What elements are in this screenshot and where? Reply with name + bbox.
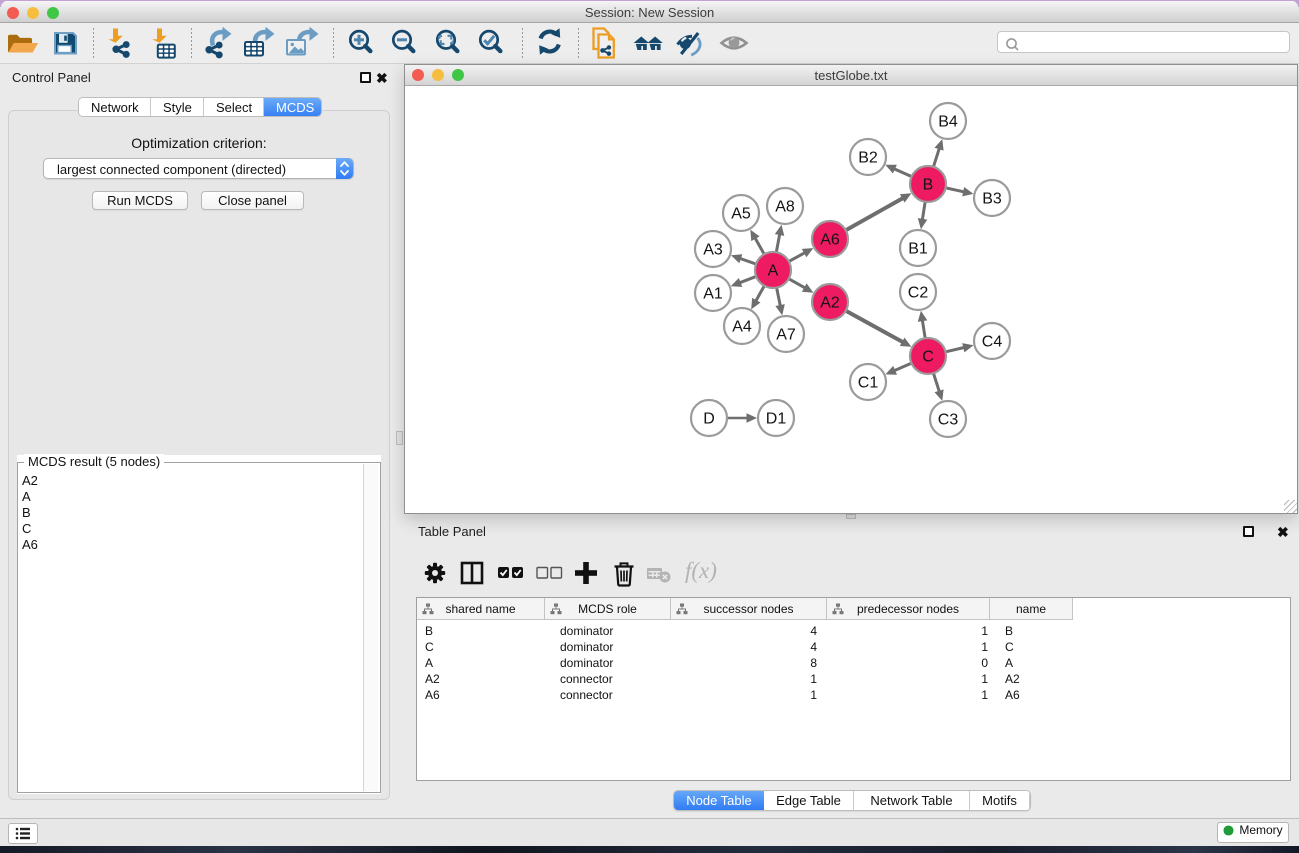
- svg-text:C: C: [922, 349, 934, 366]
- svg-text:B2: B2: [858, 150, 878, 167]
- svg-text:D1: D1: [766, 411, 787, 428]
- svg-text:A: A: [768, 263, 779, 280]
- svg-text:A3: A3: [703, 242, 723, 259]
- svg-text:B3: B3: [982, 191, 1002, 208]
- svg-text:A7: A7: [776, 327, 796, 344]
- svg-text:A2: A2: [820, 295, 840, 312]
- svg-text:B: B: [923, 177, 934, 194]
- svg-text:A8: A8: [775, 199, 795, 216]
- svg-text:D: D: [703, 411, 715, 428]
- svg-text:C4: C4: [982, 334, 1003, 351]
- svg-text:B4: B4: [938, 114, 958, 131]
- svg-text:A6: A6: [820, 232, 840, 249]
- svg-text:A5: A5: [731, 206, 751, 223]
- svg-text:A1: A1: [703, 286, 723, 303]
- svg-text:A4: A4: [732, 319, 752, 336]
- svg-text:B1: B1: [908, 241, 928, 258]
- svg-text:C3: C3: [938, 412, 959, 429]
- svg-text:C1: C1: [858, 375, 879, 392]
- svg-text:C2: C2: [908, 285, 929, 302]
